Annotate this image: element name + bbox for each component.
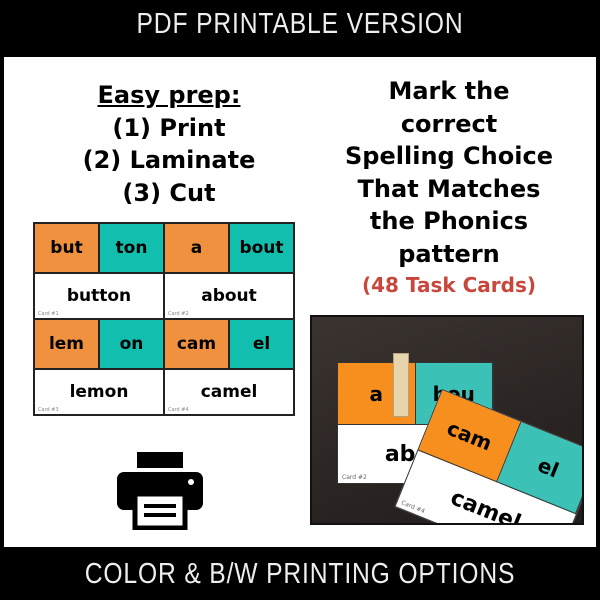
card-label: Card #2 (342, 474, 367, 481)
desc-line: pattern (398, 239, 500, 268)
task-card: lem on lemon Card #3 (35, 320, 163, 414)
syllable: ton (100, 224, 163, 272)
clothespin (393, 353, 409, 417)
syllable: lem (35, 320, 98, 368)
desc-line: That Matches (357, 174, 541, 203)
footer-title: COLOR & B/W PRINTING OPTIONS (84, 558, 516, 590)
syllable: bout (230, 224, 293, 272)
header-title: PDF PRINTABLE VERSION (136, 8, 464, 40)
step: (2) Laminate (82, 146, 256, 174)
step: (3) Cut (122, 178, 216, 207)
task-card-sheet: but ton button Card #1 a bout about Card #2 le… (33, 222, 295, 416)
syllable: but (35, 224, 98, 272)
description: Mark the correct Spelling Choice That Ma… (304, 75, 594, 300)
content-panel: Easy prep: (1) Print (2) Laminate (3) Cu… (4, 57, 596, 547)
desc-line: Spelling Choice (345, 142, 553, 170)
syllable: on (100, 320, 163, 368)
prep-steps: Easy prep: (1) Print (2) Laminate (3) Cu… (4, 79, 334, 209)
card-label: Card #2 (168, 311, 189, 317)
task-card: cam el camel Card #4 (165, 320, 293, 414)
task-card: a bout about Card #2 (165, 224, 293, 318)
desc-line: Mark the (388, 77, 510, 105)
prep-heading: Easy prep: (97, 81, 241, 109)
syllable: el (230, 320, 293, 368)
printer-icon (117, 452, 203, 530)
syllable: a (165, 224, 228, 272)
card-label: Card #1 (38, 311, 59, 317)
desc-line: correct (400, 109, 498, 138)
syllable: cam (165, 320, 228, 368)
step: (1) Print (112, 113, 226, 142)
desc-line: the Phonics (369, 207, 529, 235)
task-card-photo: abou abou Card #2 camel camel Card #4 (310, 315, 584, 525)
card-label: Card #3 (38, 407, 59, 413)
task-card: but ton button Card #1 (35, 224, 163, 318)
card-label: Card #4 (168, 407, 189, 413)
task-card-count: (48 Task Cards) (361, 273, 537, 297)
